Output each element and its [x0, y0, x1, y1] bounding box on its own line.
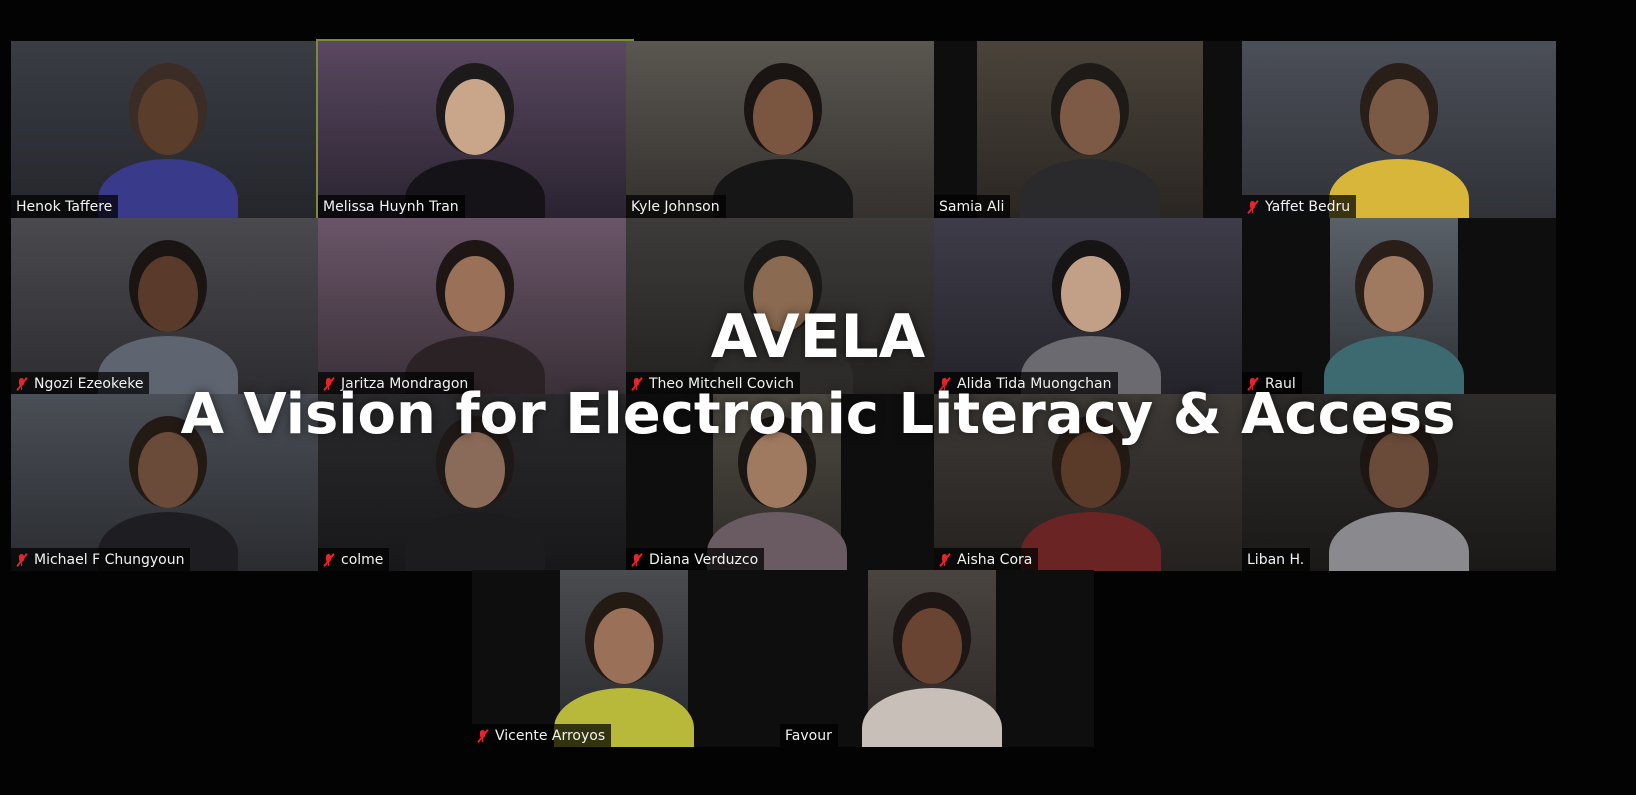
participant-silhouette: [1005, 41, 1175, 218]
muted-microphone-icon: [1247, 200, 1259, 214]
participant-nametag: colme: [318, 548, 390, 571]
participant-nametag: Diana Verduzco: [626, 548, 765, 571]
participant-nametag: Aisha Cora: [934, 548, 1039, 571]
participant-silhouette: [539, 570, 709, 747]
participant-nametag: Samia Ali: [934, 195, 1011, 218]
participant-video: [977, 41, 1203, 218]
participant-name: Henok Taffere: [16, 199, 113, 215]
muted-microphone-icon: [477, 729, 489, 743]
muted-microphone-icon: [323, 553, 335, 567]
participant-tile[interactable]: Vicente Arroyos: [472, 570, 786, 747]
participant-video: [318, 41, 632, 218]
muted-microphone-icon: [631, 553, 643, 567]
participant-nametag: Vicente Arroyos: [472, 724, 612, 747]
participant-name: Michael F Chungyoun: [34, 552, 185, 568]
participant-silhouette: [698, 41, 868, 218]
participant-nametag: Yaffet Bedru: [1242, 195, 1357, 218]
participant-video: [554, 570, 694, 747]
participant-name: Liban H.: [1247, 552, 1305, 568]
participant-silhouette: [847, 570, 1017, 747]
participant-tile[interactable]: Favour: [780, 570, 1094, 747]
participant-silhouette: [390, 41, 560, 218]
participant-tile[interactable]: Kyle Johnson: [626, 41, 940, 218]
video-gallery: Henok Taffere Melissa Huynh Tran Kyle John…: [0, 0, 1636, 795]
participant-video: [11, 41, 325, 218]
participant-nametag: Favour: [780, 724, 838, 747]
participant-silhouette: [83, 41, 253, 218]
muted-microphone-icon: [16, 553, 28, 567]
participant-video: [626, 41, 940, 218]
participant-tile[interactable]: Melissa Huynh Tran: [316, 39, 634, 220]
participant-nametag: Liban H.: [1242, 548, 1311, 571]
participant-name: Aisha Cora: [957, 552, 1033, 568]
participant-tile[interactable]: Samia Ali: [934, 41, 1248, 218]
participant-name: Favour: [785, 728, 832, 744]
participant-video: [1242, 41, 1556, 218]
participant-name: Kyle Johnson: [631, 199, 720, 215]
participant-silhouette: [1314, 41, 1484, 218]
muted-microphone-icon: [939, 553, 951, 567]
participant-name: Melissa Huynh Tran: [323, 199, 459, 215]
participant-name: Vicente Arroyos: [495, 728, 606, 744]
participant-nametag: Michael F Chungyoun: [11, 548, 191, 571]
participant-tile[interactable]: Yaffet Bedru: [1242, 41, 1556, 218]
overlay-title: AVELA: [710, 302, 926, 372]
participant-tile[interactable]: Henok Taffere: [11, 41, 325, 218]
participant-name: Samia Ali: [939, 199, 1005, 215]
participant-nametag: Henok Taffere: [11, 195, 119, 218]
participant-nametag: Kyle Johnson: [626, 195, 726, 218]
overlay-subtitle: A Vision for Electronic Literacy & Acces…: [180, 382, 1456, 447]
participant-name: Diana Verduzco: [649, 552, 759, 568]
participant-video: [862, 570, 1002, 747]
participant-name: Yaffet Bedru: [1265, 199, 1351, 215]
participant-nametag: Melissa Huynh Tran: [318, 195, 465, 218]
participant-name: colme: [341, 552, 384, 568]
